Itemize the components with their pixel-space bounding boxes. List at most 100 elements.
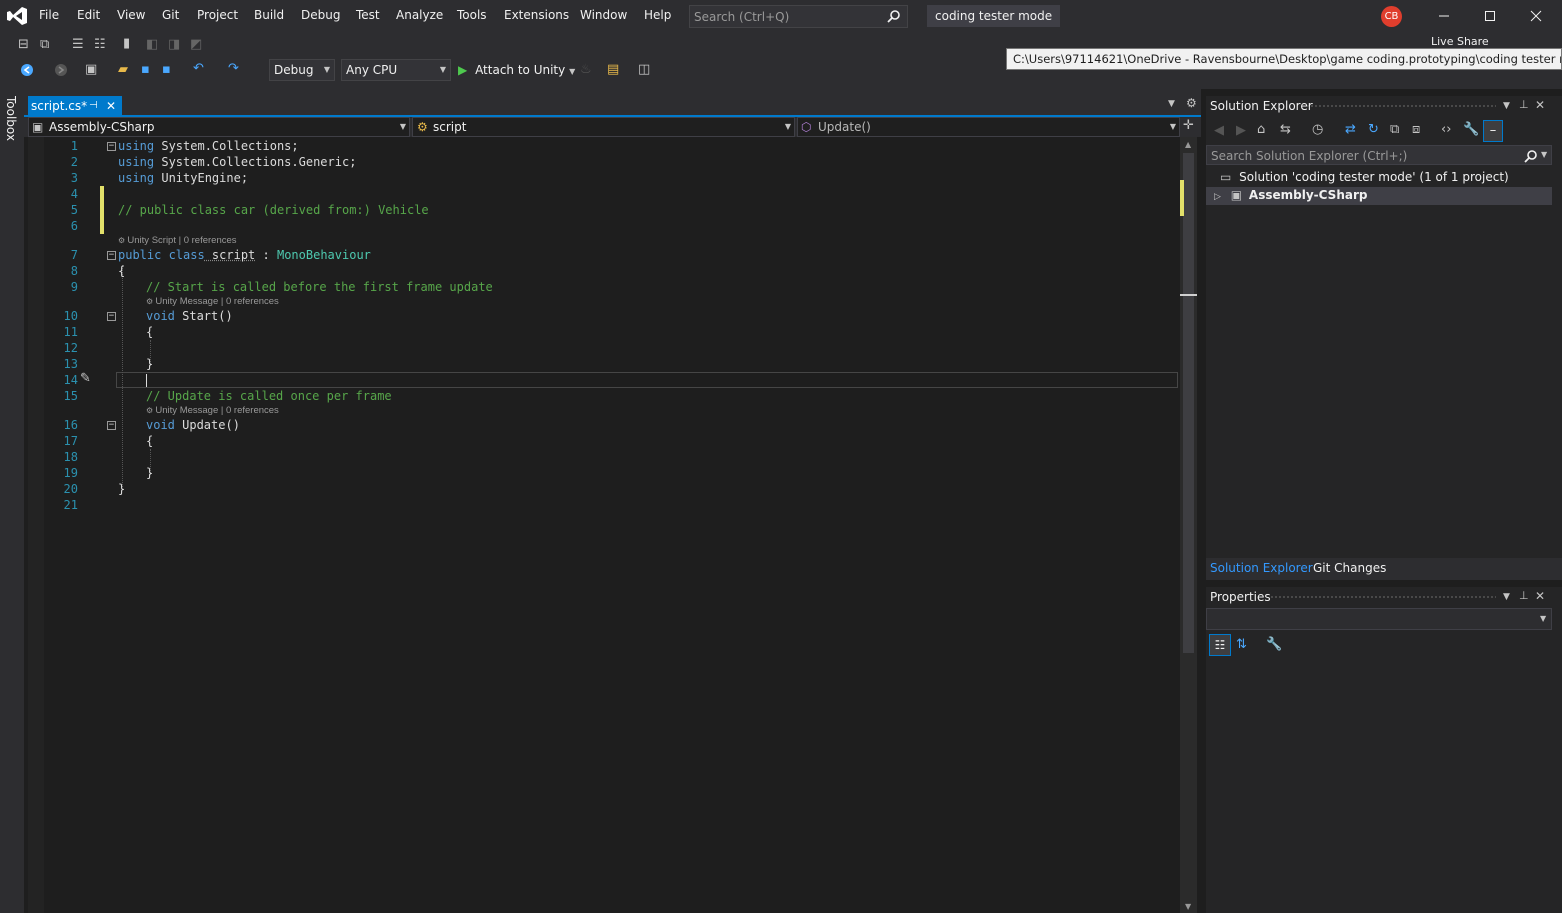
- format-icon[interactable]: ⧉: [40, 37, 49, 52]
- quick-actions-icon[interactable]: ✎: [80, 371, 91, 386]
- uncomment-icon[interactable]: ☷: [94, 37, 106, 52]
- back-icon[interactable]: ◀: [1214, 123, 1224, 138]
- live-share-button[interactable]: Live Share: [1431, 35, 1489, 48]
- menu-debug[interactable]: Debug: [301, 8, 340, 22]
- next-bookmark-icon[interactable]: ◨: [168, 37, 180, 52]
- tree-item-project[interactable]: ▷ ▣ Assembly-CSharp: [1214, 188, 1367, 202]
- new-item-icon[interactable]: ▣: [85, 62, 97, 77]
- panel-menu-icon[interactable]: ▼: [1503, 592, 1510, 602]
- back-icon[interactable]: [20, 63, 34, 77]
- show-all-files-icon[interactable]: ⧈: [1412, 122, 1420, 137]
- menu-window[interactable]: Window: [580, 8, 627, 22]
- preview-selected-icon[interactable]: –: [1483, 120, 1503, 142]
- tab-list-icon[interactable]: ▼: [1168, 99, 1175, 109]
- menu-edit[interactable]: Edit: [77, 8, 100, 22]
- close-panel-icon[interactable]: ✕: [1535, 98, 1545, 112]
- menu-view[interactable]: View: [117, 8, 145, 22]
- view-code-icon[interactable]: ‹›: [1441, 122, 1451, 137]
- clear-bookmark-icon[interactable]: ◩: [190, 37, 202, 52]
- close-tab-icon[interactable]: ✕: [106, 96, 116, 116]
- forward-icon[interactable]: ▶: [1236, 123, 1246, 138]
- menu-test[interactable]: Test: [356, 8, 380, 22]
- project-dropdown[interactable]: ▣ Assembly-CSharp ▼: [28, 117, 410, 137]
- fold-toggle-icon[interactable]: −: [107, 142, 116, 151]
- menu-extensions[interactable]: Extensions: [504, 8, 569, 22]
- window-layout-icon[interactable]: ◫: [638, 62, 650, 77]
- menu-git[interactable]: Git: [162, 8, 179, 22]
- sync-icon[interactable]: ⇄: [1345, 122, 1356, 137]
- tab-label: script.cs*: [31, 99, 88, 113]
- fold-toggle-icon[interactable]: −: [107, 421, 116, 430]
- open-folder-icon[interactable]: ▰: [118, 62, 128, 77]
- collapse-all-icon[interactable]: ⧉: [1390, 122, 1399, 137]
- refresh-icon[interactable]: ↻: [1368, 122, 1379, 137]
- scrollbar-thumb[interactable]: [1183, 153, 1194, 653]
- search-input[interactable]: Search (Ctrl+Q): [689, 5, 908, 28]
- codelens-class[interactable]: ⚙ Unity Script | 0 references: [118, 235, 237, 246]
- menu-build[interactable]: Build: [254, 8, 284, 22]
- alphabetical-icon[interactable]: ⇅: [1236, 637, 1247, 652]
- bookmark-icon[interactable]: ▮: [123, 36, 130, 51]
- prev-bookmark-icon[interactable]: ◧: [146, 37, 158, 52]
- save-icon[interactable]: ▪: [141, 62, 150, 77]
- code-text: UnityEngine;: [154, 171, 249, 185]
- toolbox-strip: [0, 89, 24, 913]
- save-all-icon[interactable]: ▪: [162, 62, 171, 77]
- codelens-start[interactable]: ⚙ Unity Message | 0 references: [146, 296, 279, 307]
- pin-icon[interactable]: ⊥: [1519, 98, 1529, 111]
- switch-views-icon[interactable]: ⇆: [1280, 122, 1291, 137]
- fold-toggle-icon[interactable]: −: [107, 251, 116, 260]
- undo-icon[interactable]: ↶: [193, 61, 204, 76]
- attach-to-unity-button[interactable]: ▶ Attach to Unity ▼: [458, 63, 575, 77]
- home-icon[interactable]: ⌂: [1257, 122, 1265, 137]
- split-editor-icon[interactable]: ✛: [1183, 118, 1194, 133]
- class-dropdown[interactable]: ⚙ script ▼: [412, 117, 795, 137]
- minimize-icon[interactable]: [1438, 10, 1450, 22]
- document-tab-strip: [24, 89, 1201, 116]
- property-pages-icon[interactable]: 🔧: [1266, 637, 1282, 652]
- tab-git-changes[interactable]: Git Changes: [1313, 561, 1386, 575]
- platform-dropdown[interactable]: Any CPU ▼: [341, 59, 451, 81]
- indent-icon[interactable]: ⊟: [18, 37, 29, 52]
- scroll-up-icon[interactable]: ▲: [1185, 140, 1191, 149]
- codelens-text: Unity Message | 0 references: [155, 405, 279, 416]
- chevron-down-icon: ▼: [784, 122, 791, 131]
- close-panel-icon[interactable]: ✕: [1535, 589, 1545, 603]
- folder-view-icon[interactable]: ▤: [607, 62, 619, 77]
- close-icon[interactable]: [1530, 10, 1542, 22]
- chevron-down-icon[interactable]: ▼: [1541, 150, 1547, 159]
- hot-reload-icon[interactable]: ♨: [580, 62, 592, 77]
- scroll-down-icon[interactable]: ▼: [1185, 902, 1191, 911]
- properties-wrench-icon[interactable]: 🔧: [1463, 122, 1479, 137]
- comment-icon[interactable]: ☰: [72, 37, 84, 52]
- solution-search-input[interactable]: Search Solution Explorer (Ctrl+;) ▼: [1206, 145, 1552, 165]
- code-comment: // Start is called before the first fram…: [146, 280, 493, 294]
- properties-object-dropdown[interactable]: ▼: [1206, 608, 1552, 630]
- properties-title: Properties: [1210, 590, 1271, 604]
- menu-tools[interactable]: Tools: [457, 8, 487, 22]
- class-icon: ⚙: [417, 120, 428, 134]
- tree-item-solution[interactable]: ▭ Solution 'coding tester mode' (1 of 1 …: [1220, 170, 1509, 184]
- member-dropdown[interactable]: ⬡ Update() ▼: [797, 117, 1180, 137]
- pin-icon[interactable]: ⊣: [89, 96, 98, 116]
- tab-solution-explorer[interactable]: Solution Explorer: [1210, 561, 1313, 575]
- toolbox-tab[interactable]: Toolbox: [4, 96, 18, 141]
- menu-help[interactable]: Help: [644, 8, 671, 22]
- forward-icon[interactable]: [54, 63, 68, 77]
- settings-icon[interactable]: ⚙: [1186, 96, 1197, 110]
- menu-analyze[interactable]: Analyze: [396, 8, 443, 22]
- redo-icon[interactable]: ↷: [228, 61, 239, 76]
- fold-toggle-icon[interactable]: −: [107, 312, 116, 321]
- panel-menu-icon[interactable]: ▼: [1503, 101, 1510, 111]
- expand-icon[interactable]: ▷: [1214, 192, 1221, 202]
- pending-changes-icon[interactable]: ◷: [1312, 122, 1323, 137]
- avatar[interactable]: CB: [1381, 6, 1402, 27]
- maximize-icon[interactable]: [1484, 10, 1496, 22]
- categorized-icon[interactable]: ☷: [1209, 634, 1231, 656]
- codelens-update[interactable]: ⚙ Unity Message | 0 references: [146, 405, 279, 416]
- pin-icon[interactable]: ⊥: [1519, 589, 1529, 602]
- menu-file[interactable]: File: [39, 8, 59, 22]
- tab-script-cs[interactable]: script.cs* ⊣ ✕: [28, 96, 122, 116]
- menu-project[interactable]: Project: [197, 8, 238, 22]
- configuration-dropdown[interactable]: Debug ▼: [269, 59, 335, 81]
